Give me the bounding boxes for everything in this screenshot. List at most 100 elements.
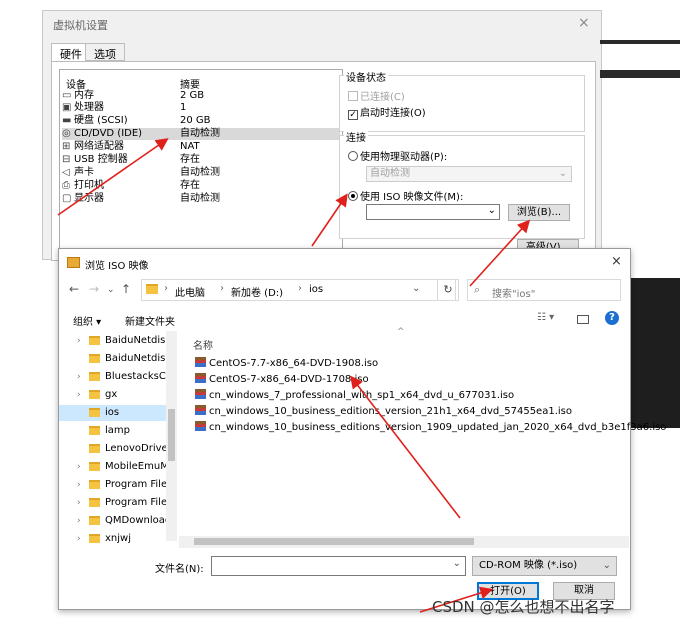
recent-chevron-icon[interactable]: ⌄ bbox=[107, 285, 115, 295]
nav-item-label: BaiduNetdisk bbox=[105, 335, 167, 346]
hw-row-sound[interactable]: ◁ 声卡 自动检测 bbox=[62, 167, 340, 179]
hw-summary: 自动检测 bbox=[180, 128, 220, 139]
vm-settings-dialog: 虚拟机设置 × 硬件 选项 设备 摘要 ▭ 内存 2 GB ▣ 处理器 1 ▬ 硬盘 (S… bbox=[42, 10, 602, 261]
folder-icon bbox=[89, 354, 100, 363]
view-options-icon[interactable]: ☷ ▾ bbox=[537, 312, 554, 323]
breadcrumb-drive[interactable]: 新加卷 (D:) bbox=[231, 284, 283, 299]
chevron-right-icon: › bbox=[164, 283, 168, 294]
folder-icon bbox=[89, 498, 100, 507]
chevron-down-icon[interactable]: ⌄ bbox=[453, 558, 461, 569]
hw-row-memory[interactable]: ▭ 内存 2 GB bbox=[62, 90, 340, 102]
file-row[interactable]: cn_windows_10_business_editions_version_… bbox=[195, 421, 666, 435]
folder-icon bbox=[89, 462, 100, 471]
filename-input[interactable]: ⌄ bbox=[211, 556, 466, 576]
file-name: cn_windows_7_professional_with_sp1_x64_d… bbox=[209, 390, 515, 401]
breadcrumb-this-pc[interactable]: 此电脑 bbox=[175, 284, 205, 299]
iso-file-icon bbox=[195, 389, 206, 399]
hw-device: 打印机 bbox=[74, 180, 104, 191]
file-type-select[interactable]: CD-ROM 映像 (*.iso) ⌄ bbox=[472, 556, 617, 576]
hw-device: USB 控制器 bbox=[74, 154, 128, 165]
nav-item-label: BaiduNetdisk bbox=[105, 353, 167, 364]
hw-row-cdrom[interactable]: ◎ CD/DVD (IDE) 自动检测 bbox=[62, 128, 340, 140]
use-iso-radio[interactable]: 使用 ISO 映像文件(M): bbox=[348, 188, 463, 203]
hw-row-display[interactable]: ▢ 显示器 自动检测 bbox=[62, 193, 340, 205]
file-row[interactable]: CentOS-7.7-x86_64-DVD-1908.iso bbox=[195, 357, 378, 371]
hw-device: CD/DVD (IDE) bbox=[74, 128, 143, 139]
nav-item-folder[interactable]: LenovoDriver bbox=[59, 441, 167, 457]
navigation-pane: › BaiduNetdisk BaiduNetdisk › BluestacksCN… bbox=[59, 331, 177, 551]
connection-group: 连接 使用物理驱动器(P): 自动检测 ⌄ 使用 ISO 映像文件(M): ⌄ 浏… bbox=[339, 129, 585, 239]
connect-at-power-on-checkbox[interactable]: ✓ 启动时连接(O) bbox=[348, 104, 426, 120]
organize-button[interactable]: 组织 ▾ bbox=[73, 313, 101, 328]
back-arrow-icon[interactable]: ← bbox=[69, 282, 79, 296]
hw-summary: 自动检测 bbox=[180, 193, 220, 204]
close-icon[interactable]: × bbox=[578, 15, 590, 31]
nav-item-folder[interactable]: › MobileEmuM bbox=[59, 459, 167, 475]
nav-scrollbar-thumb[interactable] bbox=[168, 409, 175, 461]
browse-button[interactable]: 浏览(B)... bbox=[508, 204, 570, 221]
iso-path-input[interactable]: ⌄ bbox=[366, 204, 500, 220]
folder-icon bbox=[89, 516, 100, 525]
forward-arrow-icon[interactable]: → bbox=[89, 282, 99, 296]
address-bar[interactable]: › 此电脑 › 新加卷 (D:) › ios ⌄ bbox=[141, 279, 456, 301]
background-window-edge bbox=[600, 40, 680, 44]
dialog-title: 浏览 ISO 映像 bbox=[85, 261, 149, 272]
printer-icon: ⎙ bbox=[62, 180, 70, 191]
up-arrow-icon[interactable]: ↑ bbox=[121, 282, 131, 296]
file-row[interactable]: cn_windows_10_business_editions_version_… bbox=[195, 405, 572, 419]
preview-pane-icon[interactable] bbox=[577, 315, 589, 324]
connected-label: 已连接(C) bbox=[360, 92, 405, 103]
hw-row-disk[interactable]: ▬ 硬盘 (SCSI) 20 GB bbox=[62, 115, 340, 127]
tab-options[interactable]: 选项 bbox=[85, 43, 125, 61]
folder-icon bbox=[89, 390, 100, 399]
iso-file-icon bbox=[195, 373, 206, 383]
file-name: CentOS-7.7-x86_64-DVD-1908.iso bbox=[209, 358, 379, 369]
hw-row-usb[interactable]: ⊟ USB 控制器 存在 bbox=[62, 154, 340, 166]
filename-label: 文件名(N): bbox=[155, 564, 204, 575]
nav-item-folder[interactable]: › Program Files bbox=[59, 495, 167, 511]
nav-item-folder[interactable]: BaiduNetdisk bbox=[59, 351, 167, 367]
connected-checkbox[interactable]: 已连接(C) bbox=[348, 88, 405, 103]
nav-item-label: Program Files bbox=[105, 479, 167, 490]
nav-item-label: MobileEmuM bbox=[105, 461, 167, 472]
nav-item-folder[interactable]: › Program Files bbox=[59, 477, 167, 493]
file-row[interactable]: cn_windows_7_professional_with_sp1_x64_d… bbox=[195, 389, 514, 403]
nav-item-folder[interactable]: › BluestacksCN bbox=[59, 369, 167, 385]
use-physical-label: 使用物理驱动器(P): bbox=[360, 152, 448, 163]
use-physical-radio[interactable]: 使用物理驱动器(P): bbox=[348, 148, 447, 163]
folder-icon bbox=[146, 284, 158, 294]
nav-item-folder[interactable]: › gx bbox=[59, 387, 167, 403]
breadcrumb-ios[interactable]: ios bbox=[309, 284, 323, 295]
nav-item-folder[interactable]: › QMDownload bbox=[59, 513, 167, 529]
horizontal-scrollbar-thumb[interactable] bbox=[194, 538, 474, 545]
background-window-edge bbox=[600, 70, 680, 78]
column-header-name[interactable]: 名称 bbox=[193, 337, 213, 352]
refresh-icon[interactable]: ↻ bbox=[437, 279, 459, 301]
hw-device: 网络适配器 bbox=[74, 141, 124, 152]
close-icon[interactable]: × bbox=[611, 254, 622, 269]
physical-drive-value: 自动检测 bbox=[370, 168, 410, 179]
file-row[interactable]: CentOS-7-x86_64-DVD-1708.iso bbox=[195, 373, 369, 387]
file-name: cn_windows_10_business_editions_version_… bbox=[209, 422, 667, 433]
hw-device: 处理器 bbox=[74, 102, 104, 113]
nav-item-label: BluestacksCN bbox=[105, 371, 167, 382]
help-icon[interactable]: ? bbox=[605, 311, 619, 325]
iso-file-icon bbox=[195, 357, 206, 367]
physical-drive-select[interactable]: 自动检测 ⌄ bbox=[366, 166, 572, 182]
nav-item-label: xnjwj bbox=[105, 533, 131, 544]
hw-row-network[interactable]: ⊞ 网络适配器 NAT bbox=[62, 141, 340, 153]
hw-device: 硬盘 (SCSI) bbox=[74, 115, 128, 126]
nav-item-ios[interactable]: ios bbox=[59, 405, 167, 421]
chevron-down-icon[interactable]: ⌄ bbox=[412, 283, 420, 294]
hw-summary: NAT bbox=[180, 141, 200, 152]
command-toolbar: 组织 ▾ 新建文件夹 ☷ ▾ ? bbox=[59, 309, 630, 331]
new-folder-button[interactable]: 新建文件夹 bbox=[125, 313, 175, 328]
search-input[interactable]: ⌕ 搜索"ios" bbox=[467, 279, 621, 301]
hw-row-cpu[interactable]: ▣ 处理器 1 bbox=[62, 102, 340, 114]
chevron-down-icon: ⌄ bbox=[602, 560, 611, 571]
hw-row-printer[interactable]: ⎙ 打印机 存在 bbox=[62, 180, 340, 192]
nav-item-label: lamp bbox=[105, 425, 130, 436]
nav-item-folder[interactable]: › BaiduNetdisk bbox=[59, 333, 167, 349]
nav-item-folder[interactable]: › xnjwj bbox=[59, 531, 167, 547]
nav-item-folder[interactable]: lamp bbox=[59, 423, 167, 439]
